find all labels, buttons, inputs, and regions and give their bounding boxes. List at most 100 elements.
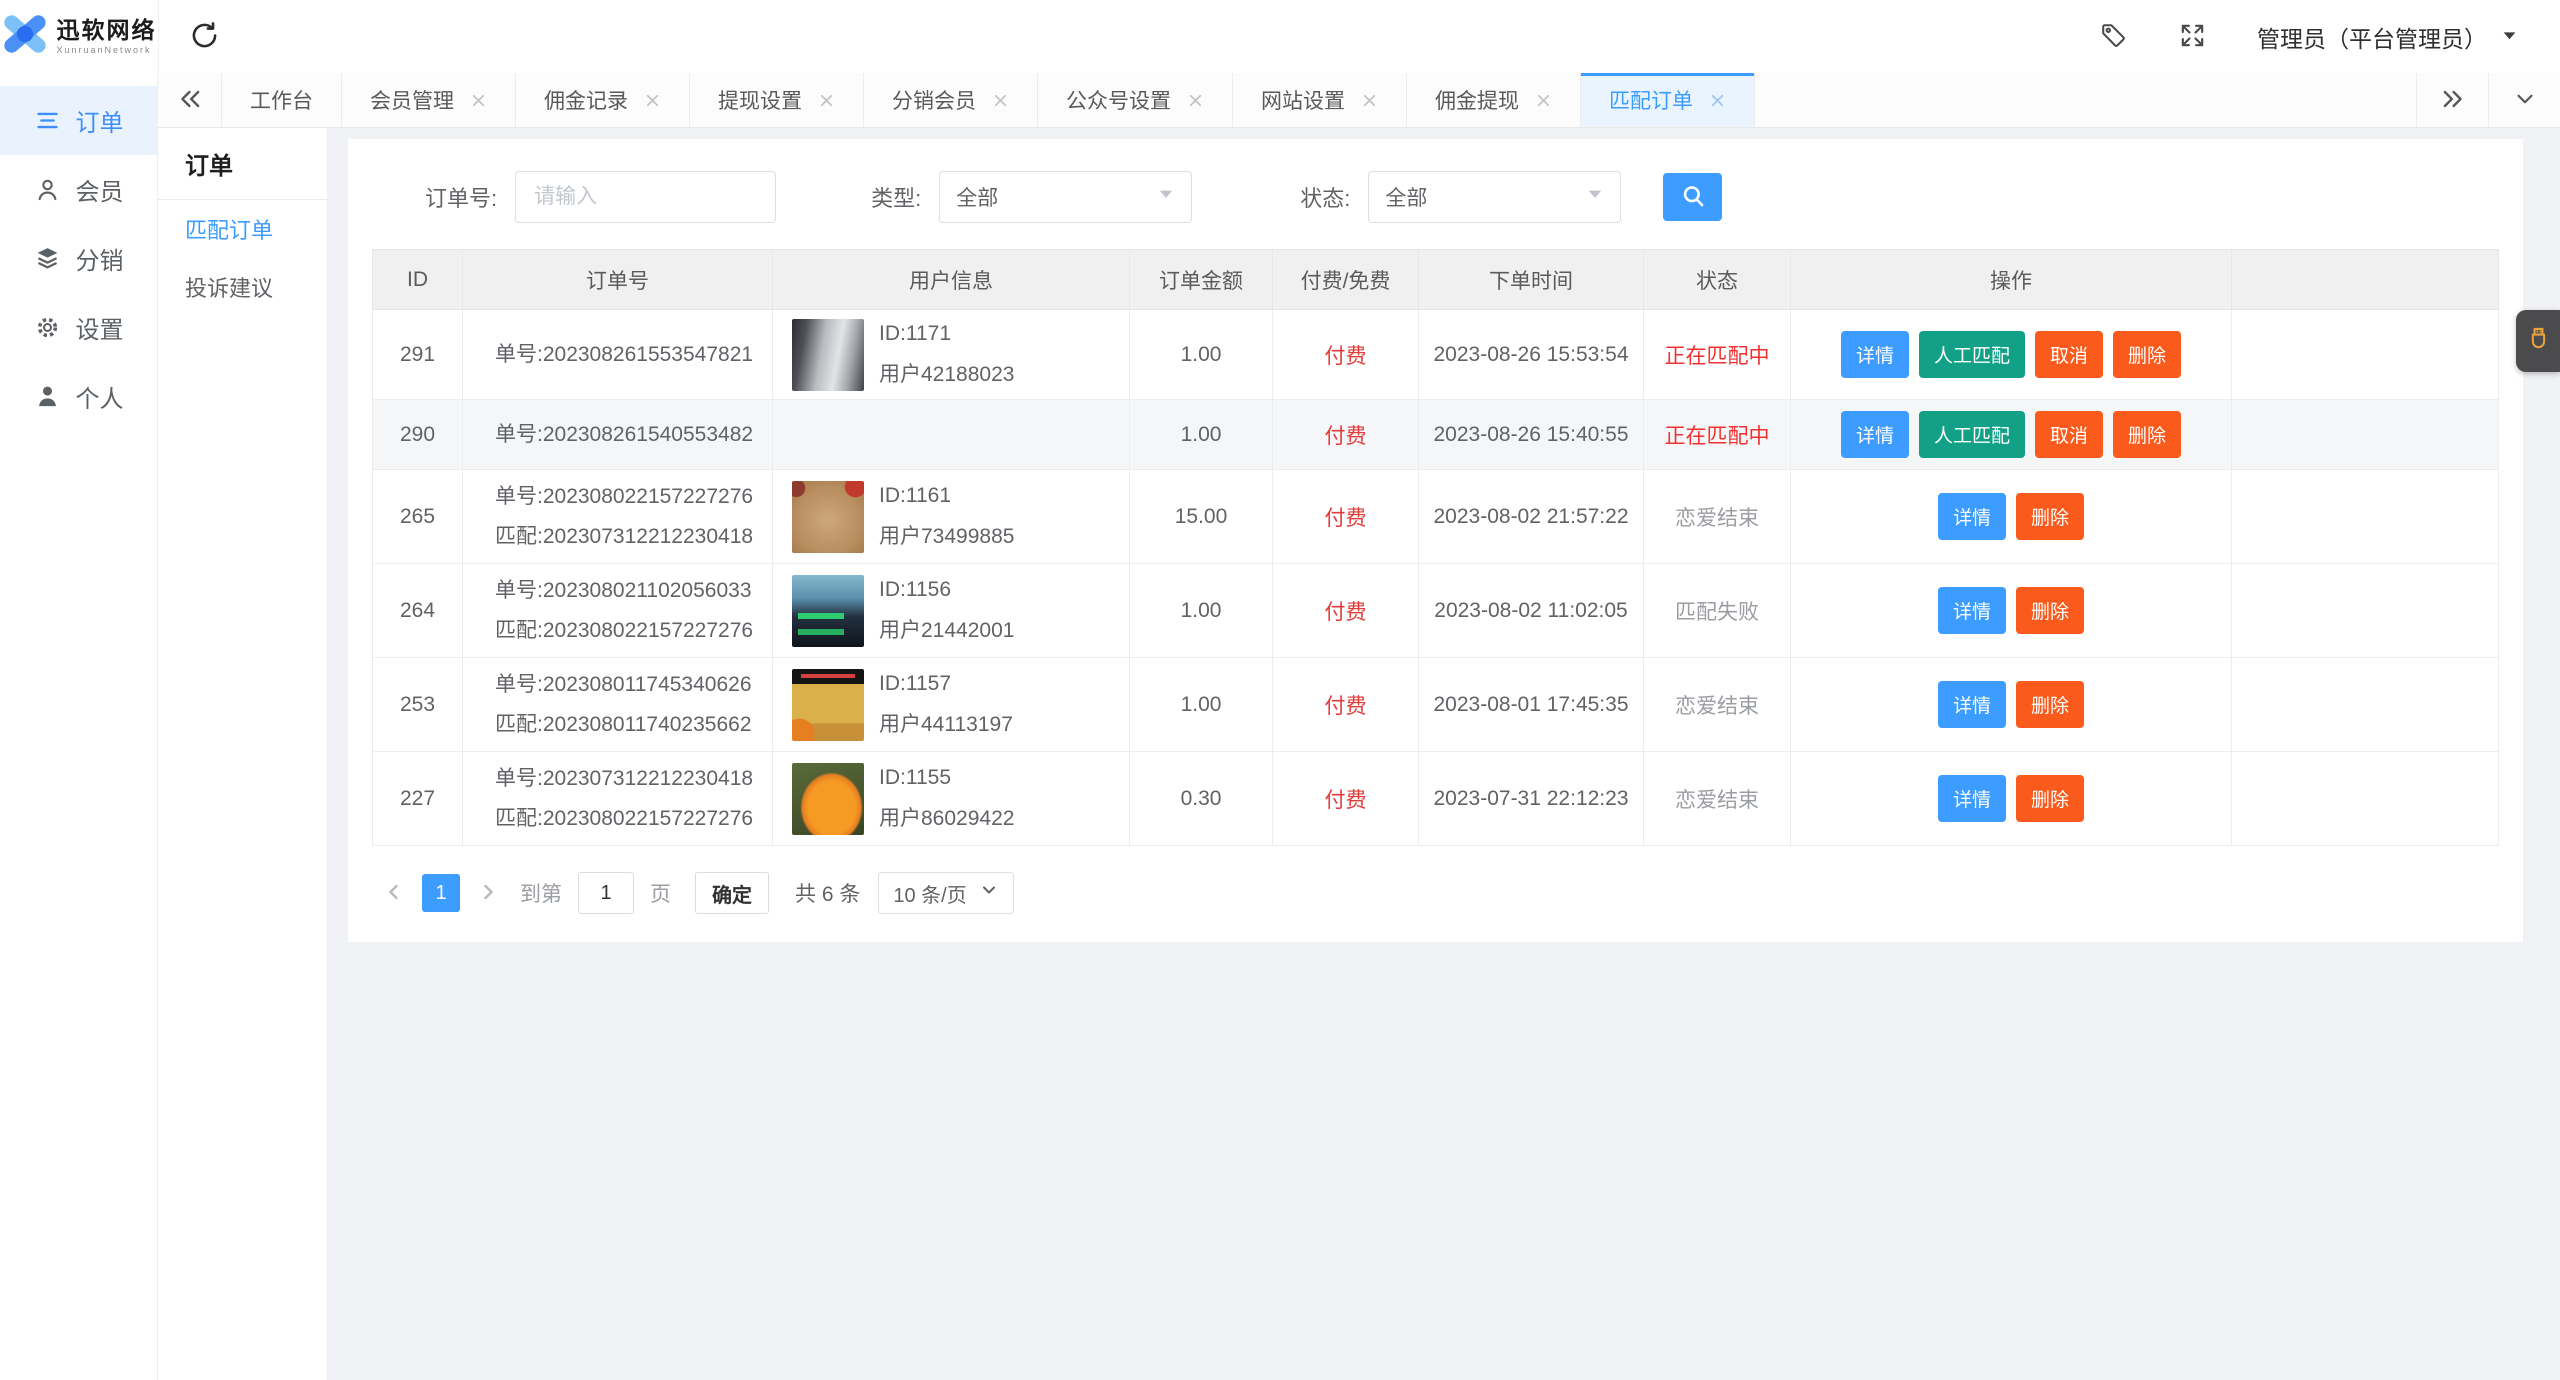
- close-icon[interactable]: [1361, 92, 1378, 109]
- close-icon[interactable]: [1709, 92, 1726, 109]
- filter-bar: 订单号: 类型: 全部 状态: 全部: [425, 171, 2523, 223]
- refresh-button[interactable]: [189, 20, 220, 54]
- detail-button[interactable]: 详情: [1840, 331, 1909, 378]
- delete-button[interactable]: 删除: [2113, 411, 2182, 458]
- tabs-menu-button[interactable]: [2488, 73, 2560, 127]
- order-no-text: 单号:202308021102056033: [495, 578, 752, 602]
- manual-match-button[interactable]: 人工匹配: [1918, 411, 2025, 458]
- manual-match-button[interactable]: 人工匹配: [1918, 331, 2025, 378]
- table-row: 227 单号:202307312212230418 匹配:2023080221572…: [372, 751, 2499, 846]
- order-no-text: 单号:202308261540553482: [495, 422, 754, 446]
- tab-佣金提现[interactable]: 佣金提现: [1407, 73, 1581, 127]
- column-header: 下单时间: [1418, 249, 1644, 310]
- cell-user-info: ID:1155 用户86029422: [772, 751, 1130, 846]
- logo-subtitle: XunruanNetwork: [56, 44, 152, 55]
- close-icon[interactable]: [644, 92, 661, 109]
- match-no-text: 匹配:202307312212230418: [495, 524, 754, 548]
- tab-工作台[interactable]: 工作台: [222, 73, 342, 127]
- detail-button[interactable]: 详情: [1840, 411, 1909, 458]
- tabs-scroll-left-button[interactable]: [158, 73, 222, 127]
- tab-label: 会员管理: [370, 90, 454, 113]
- search-button[interactable]: [1663, 173, 1723, 221]
- prev-page-button[interactable]: [372, 880, 416, 907]
- submenu-item-匹配订单[interactable]: 匹配订单: [158, 200, 327, 258]
- cell-order-no: 单号:202308261540553482: [462, 399, 773, 470]
- floating-widget[interactable]: [2516, 310, 2560, 372]
- sidebar-item-个人[interactable]: 个人: [0, 362, 157, 431]
- delete-button[interactable]: 删除: [2016, 775, 2085, 822]
- cell-order-time: 2023-08-02 21:57:22: [1418, 469, 1644, 564]
- double-chevron-right-icon: [2439, 85, 2467, 116]
- column-header: 订单金额: [1129, 249, 1273, 310]
- close-icon[interactable]: [470, 92, 487, 109]
- delete-button[interactable]: 删除: [2016, 587, 2085, 634]
- cell-order-time: 2023-08-26 15:53:54: [1418, 309, 1644, 400]
- tab-提现设置[interactable]: 提现设置: [690, 73, 864, 127]
- cell-actions: 详情 删除: [1790, 751, 2232, 846]
- sidebar-item-会员[interactable]: 会员: [0, 155, 157, 224]
- cell-empty: [2231, 399, 2499, 470]
- cell-order-no: 单号:202308011745340626 匹配:2023080117402356…: [462, 657, 773, 752]
- cancel-button[interactable]: 取消: [2035, 331, 2104, 378]
- cell-actions: 详情 人工匹配 取消 删除: [1790, 399, 2232, 470]
- sidebar-item-设置[interactable]: 设置: [0, 293, 157, 362]
- user-name-text: 用户42188023: [879, 362, 1015, 386]
- detail-button[interactable]: 详情: [1937, 681, 2006, 728]
- detail-button[interactable]: 详情: [1937, 587, 2006, 634]
- admin-menu[interactable]: 管理员（平台管理员）: [2257, 20, 2518, 54]
- page-size-select[interactable]: 10 条/页: [878, 872, 1014, 914]
- delete-button[interactable]: 删除: [2113, 331, 2182, 378]
- settings-gear-icon: [34, 314, 61, 341]
- status-badge: 恋爱结束: [1643, 469, 1791, 564]
- cell-empty: [2231, 469, 2499, 564]
- confirm-page-button[interactable]: 确定: [695, 872, 769, 914]
- type-select[interactable]: 全部: [939, 171, 1193, 223]
- cell-pay-type: 付费: [1272, 469, 1419, 564]
- tabs-scroll-right-button[interactable]: [2416, 73, 2488, 127]
- order-no-text: 单号:202307312212230418: [495, 766, 754, 790]
- page-1-button[interactable]: 1: [422, 874, 460, 912]
- close-icon[interactable]: [992, 92, 1009, 109]
- tab-会员管理[interactable]: 会员管理: [342, 73, 516, 127]
- next-page-button[interactable]: [466, 880, 510, 907]
- tab-label: 提现设置: [718, 90, 802, 113]
- cell-amount: 0.30: [1129, 751, 1273, 846]
- table-row: 265 单号:202308022157227276 匹配:2023073122122…: [372, 469, 2499, 564]
- sidebar-item-订单[interactable]: 订单: [0, 86, 157, 155]
- cell-empty: [2231, 657, 2499, 752]
- tag-button[interactable]: [2099, 21, 2128, 53]
- goto-page-input[interactable]: [578, 872, 634, 914]
- tab-网站设置[interactable]: 网站设置: [1233, 73, 1407, 127]
- tab-佣金记录[interactable]: 佣金记录: [516, 73, 690, 127]
- delete-button[interactable]: 删除: [2016, 681, 2085, 728]
- status-select[interactable]: 全部: [1368, 171, 1622, 223]
- sidebar-item-分销[interactable]: 分销: [0, 224, 157, 293]
- column-header: 订单号: [462, 249, 773, 310]
- cell-empty: [2231, 309, 2499, 400]
- page-size-value: 10 条/页: [893, 884, 967, 907]
- delete-button[interactable]: 删除: [2016, 493, 2085, 540]
- table-row: 291 单号:202308261553547821 ID:1171 用户4218802…: [372, 309, 2499, 400]
- cell-id: 291: [372, 309, 463, 400]
- close-icon[interactable]: [1535, 92, 1552, 109]
- detail-button[interactable]: 详情: [1937, 493, 2006, 540]
- match-no-text: 匹配:202308011740235662: [495, 712, 752, 736]
- close-icon[interactable]: [1187, 92, 1204, 109]
- tab-匹配订单[interactable]: 匹配订单: [1581, 73, 1755, 127]
- tab-公众号设置[interactable]: 公众号设置: [1038, 73, 1233, 127]
- cell-id: 227: [372, 751, 463, 846]
- close-icon[interactable]: [818, 92, 835, 109]
- cell-user-info: ID:1156 用户21442001: [772, 563, 1130, 658]
- detail-button[interactable]: 详情: [1937, 775, 2006, 822]
- order-no-input[interactable]: [515, 171, 777, 223]
- tag-icon: [2099, 21, 2128, 53]
- tab-分销会员[interactable]: 分销会员: [864, 73, 1038, 127]
- order-no-text: 单号:202308261553547821: [495, 342, 754, 366]
- logo-icon: [2, 11, 48, 62]
- user-avatar: [792, 318, 864, 391]
- fullscreen-button[interactable]: [2178, 21, 2207, 53]
- column-header: 状态: [1643, 249, 1791, 310]
- tab-label: 佣金提现: [1435, 90, 1519, 113]
- cancel-button[interactable]: 取消: [2035, 411, 2104, 458]
- submenu-item-投诉建议[interactable]: 投诉建议: [158, 258, 327, 316]
